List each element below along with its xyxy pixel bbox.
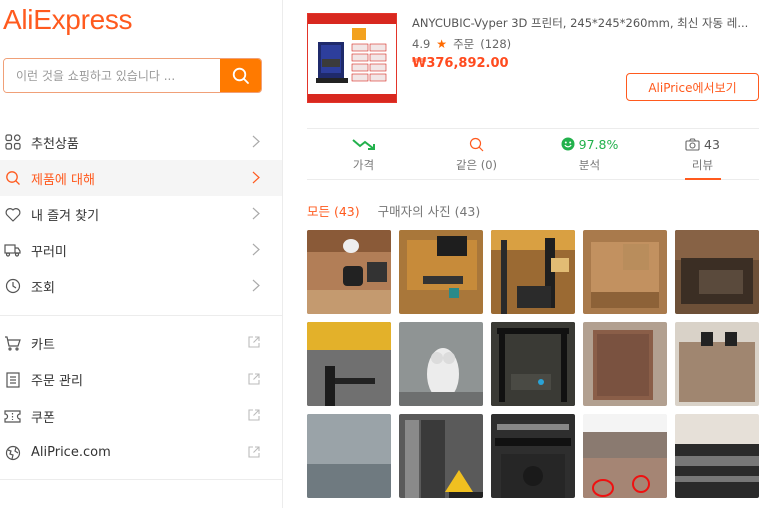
external-link-icon — [248, 336, 260, 348]
globe-icon — [4, 444, 21, 461]
tab-label: 가격 — [352, 158, 375, 172]
review-photo[interactable] — [675, 414, 759, 498]
product-title[interactable]: ANYCUBIC-Vyper 3D 프린터, 245*245*260mm, 최신… — [412, 15, 752, 31]
search-input[interactable] — [4, 59, 220, 92]
chevron-right-icon — [252, 243, 260, 256]
tab-same-items[interactable]: 같은 (0) — [420, 129, 533, 179]
external-link-icon — [248, 372, 260, 385]
price-trend-icon — [351, 139, 375, 150]
review-photo[interactable] — [399, 230, 483, 314]
menu-item-orders[interactable]: 주문 관리 — [0, 362, 282, 399]
grid-icon — [4, 134, 21, 151]
product-rating: 4.9 ★ 주문 (128) — [412, 36, 511, 52]
orders-label: 주문 — [453, 37, 475, 51]
review-count: 43 — [704, 136, 720, 152]
tab-analysis[interactable]: 97.8% 분석 — [533, 129, 646, 179]
view-on-aliprice-button[interactable]: AliPrice에서보기 — [626, 73, 759, 101]
menu-item-aliprice[interactable]: AliPrice.com — [0, 435, 282, 472]
review-photo[interactable] — [675, 230, 759, 314]
review-photo[interactable] — [583, 230, 667, 314]
coupon-icon — [4, 408, 21, 425]
menu-item-label: 내 즐겨 찾기 — [31, 208, 100, 224]
search-icon — [232, 67, 249, 84]
stats-tabs: 가격 같은 (0) 97.8% 분석 43 리뷰 — [307, 128, 759, 180]
truck-icon — [4, 242, 21, 259]
review-photo[interactable] — [307, 322, 391, 406]
orders-count: (128) — [480, 37, 512, 51]
tab-price[interactable]: 가격 — [307, 129, 420, 179]
main-menu: 추천상품 제품에 대해 내 즐겨 찾기 꾸러미 조회 카트 주문 관리 쿠폰 A… — [0, 124, 282, 471]
menu-item-label: 주문 관리 — [31, 374, 83, 390]
menu-item-cart[interactable]: 카트 — [0, 325, 282, 362]
review-photo[interactable] — [307, 414, 391, 498]
review-filters: 모든 (43) 구매자의 사진 (43) — [307, 201, 480, 220]
heart-icon — [4, 206, 21, 223]
product-panel: ANYCUBIC-Vyper 3D 프린터, 245*245*260mm, 최신… — [283, 0, 782, 508]
sidebar-bottom-divider — [0, 479, 282, 480]
review-photo[interactable] — [583, 414, 667, 498]
review-photo-grid — [307, 230, 782, 498]
review-photo[interactable] — [675, 322, 759, 406]
search-icon — [4, 170, 21, 187]
search-icon — [469, 137, 484, 151]
search-button[interactable] — [220, 59, 261, 92]
aliexpress-logo[interactable]: AliExpress — [3, 4, 133, 36]
menu-item-packages[interactable]: 꾸러미 — [0, 232, 282, 268]
menu-item-label: 제품에 대해 — [31, 172, 95, 188]
tab-label: 분석 — [578, 158, 601, 172]
camera-icon — [685, 137, 700, 151]
sidebar: AliExpress 추천상품 — [0, 0, 283, 508]
product-thumbnail[interactable] — [307, 13, 397, 103]
list-icon — [4, 371, 21, 388]
external-link-icon — [248, 409, 260, 421]
search-bar — [3, 58, 262, 93]
menu-item-label: 카트 — [31, 337, 55, 353]
menu-divider — [0, 315, 282, 316]
tab-label: 리뷰 — [691, 158, 714, 172]
review-photo[interactable] — [491, 230, 575, 314]
menu-item-history[interactable]: 조회 — [0, 268, 282, 304]
review-photo[interactable] — [583, 322, 667, 406]
menu-item-coupons[interactable]: 쿠폰 — [0, 398, 282, 435]
menu-item-label: 추천상품 — [31, 136, 79, 152]
review-photo[interactable] — [399, 414, 483, 498]
analysis-value: 97.8% — [578, 136, 619, 152]
review-photo[interactable] — [491, 414, 575, 498]
review-photo[interactable] — [307, 230, 391, 314]
menu-item-recommended[interactable]: 추천상품 — [0, 124, 282, 160]
cart-icon — [4, 335, 21, 352]
external-menu: 카트 주문 관리 쿠폰 AliPrice.com — [0, 325, 282, 471]
filter-all[interactable]: 모든 (43) — [307, 201, 360, 220]
review-photo[interactable] — [399, 322, 483, 406]
tab-label: 같은 (0) — [455, 158, 498, 172]
menu-item-favorites[interactable]: 내 즐겨 찾기 — [0, 196, 282, 232]
chevron-right-icon — [252, 171, 260, 184]
chevron-right-icon — [252, 135, 260, 148]
history-icon — [4, 278, 21, 295]
menu-item-label: AliPrice.com — [31, 445, 111, 461]
rating-value: 4.9 — [412, 37, 431, 51]
app-root: AliExpress 추천상품 — [0, 0, 782, 508]
menu-item-about-product[interactable]: 제품에 대해 — [0, 160, 282, 196]
tab-reviews[interactable]: 43 리뷰 — [646, 129, 759, 179]
review-photo[interactable] — [491, 322, 575, 406]
product-price: ₩376,892.00 — [412, 56, 509, 71]
external-link-icon — [248, 445, 260, 458]
chevron-right-icon — [252, 207, 260, 220]
smile-icon — [561, 137, 575, 151]
chevron-right-icon — [252, 279, 260, 292]
filter-buyer-photos[interactable]: 구매자의 사진 (43) — [378, 201, 481, 220]
menu-item-label: 쿠폰 — [31, 410, 55, 426]
star-icon: ★ — [436, 37, 448, 51]
menu-item-label: 조회 — [31, 280, 55, 296]
menu-item-label: 꾸러미 — [31, 244, 67, 260]
